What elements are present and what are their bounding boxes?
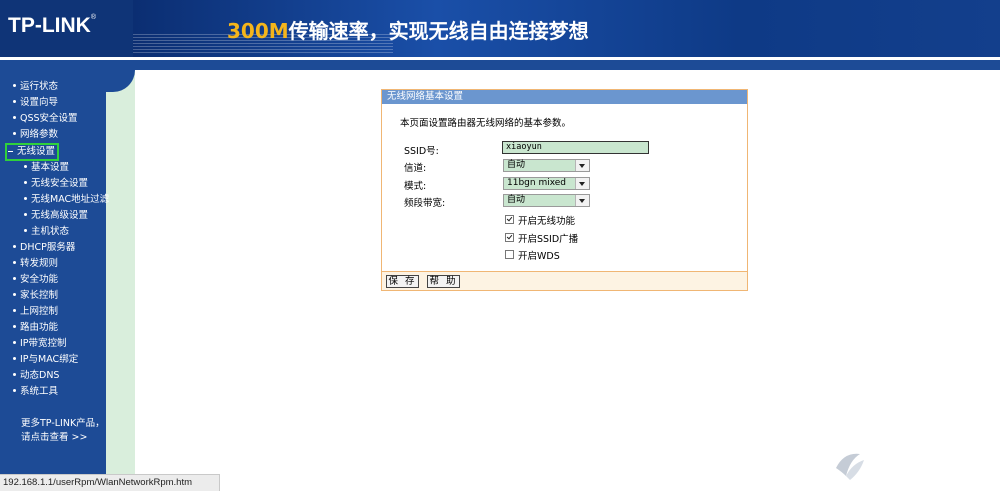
bullet-icon — [13, 100, 16, 103]
sidebar-subitem-advanced[interactable]: 无线高级设置 — [24, 209, 88, 223]
divider — [0, 60, 1000, 70]
sidebar-subitem-mac-filter[interactable]: 无线MAC地址过滤 — [24, 193, 109, 207]
browser-status-bar: 192.168.1.1/userRpm/WlanNetworkRpm.htm — [0, 474, 220, 491]
bullet-icon — [13, 116, 16, 119]
channel-value: 自动 — [507, 160, 526, 170]
bullet-icon — [24, 165, 27, 168]
bullet-icon — [13, 341, 16, 344]
enable-ssid-broadcast-label: 开启SSID广播 — [518, 234, 579, 245]
site-watermark — [830, 446, 995, 486]
wireless-basic-settings-panel: 无线网络基本设置 本页面设置路由器无线网络的基本参数。 SSID号: xiaoy… — [381, 89, 748, 291]
sidebar-item-setup-wizard[interactable]: 设置向导 — [13, 96, 58, 110]
bullet-icon — [13, 132, 16, 135]
bullet-icon — [13, 293, 16, 296]
chevron-down-icon — [575, 195, 589, 206]
bullet-icon — [13, 309, 16, 312]
sidebar-subitem-host-status[interactable]: 主机状态 — [24, 225, 69, 239]
enable-wds-label: 开启WDS — [518, 251, 560, 262]
sidebar-item-dhcp[interactable]: DHCP服务器 — [13, 241, 75, 255]
ssid-input[interactable]: xiaoyun — [502, 141, 649, 154]
sidebar-subitem-wireless-security[interactable]: 无线安全设置 — [24, 177, 88, 191]
chevron-down-icon — [575, 178, 589, 189]
more-products-line1: 更多TP-LINK产品， — [21, 418, 105, 429]
bandwidth-select[interactable]: 自动 — [503, 194, 590, 207]
bullet-icon — [13, 84, 16, 87]
watermark-logo-icon — [836, 453, 864, 480]
sidebar-item-running-status[interactable]: 运行状态 — [13, 80, 58, 94]
help-button[interactable]: 帮 助 — [427, 275, 460, 288]
bullet-icon — [13, 389, 16, 392]
sidebar-item-bandwidth[interactable]: IP带宽控制 — [13, 337, 67, 351]
top-banner: TP-LINK® 300M传输速率，实现无线自由连接梦想 — [0, 0, 1000, 57]
enable-ssid-broadcast-checkbox[interactable] — [505, 233, 514, 242]
collapse-icon — [8, 151, 13, 152]
bullet-icon — [13, 261, 16, 264]
banner-slogan: 300M传输速率，实现无线自由连接梦想 — [227, 19, 589, 43]
sidebar-item-parental[interactable]: 家长控制 — [13, 289, 58, 303]
panel-description: 本页面设置路由器无线网络的基本参数。 — [400, 118, 572, 129]
sidebar-subitem-basic[interactable]: 基本设置 — [24, 161, 69, 175]
chevron-down-icon — [575, 160, 589, 171]
bandwidth-value: 自动 — [507, 195, 526, 205]
bullet-icon — [13, 325, 16, 328]
sidebar-item-security[interactable]: 安全功能 — [13, 273, 58, 287]
panel-title: 无线网络基本设置 — [382, 90, 747, 104]
sidebar-item-ip-mac-binding[interactable]: IP与MAC绑定 — [13, 353, 78, 367]
enable-wds-checkbox[interactable] — [505, 250, 514, 259]
sidebar-edge — [106, 70, 135, 491]
bullet-icon — [24, 181, 27, 184]
bullet-icon — [13, 357, 16, 360]
sidebar-item-access-control[interactable]: 上网控制 — [13, 305, 58, 319]
tp-link-logo: TP-LINK® — [8, 14, 96, 37]
channel-select[interactable]: 自动 — [503, 159, 590, 172]
sidebar-item-qss[interactable]: QSS安全设置 — [13, 112, 78, 126]
bullet-icon — [13, 373, 16, 376]
sidebar-item-routing[interactable]: 路由功能 — [13, 321, 58, 335]
ssid-label: SSID号: — [404, 146, 439, 157]
bullet-icon — [13, 277, 16, 280]
sidebar-item-forwarding[interactable]: 转发规则 — [13, 257, 58, 271]
bullet-icon — [24, 197, 27, 200]
bullet-icon — [24, 229, 27, 232]
sidebar-item-wireless[interactable]: 无线设置 — [4, 143, 60, 161]
enable-wireless-label: 开启无线功能 — [518, 216, 576, 227]
sidebar-item-network[interactable]: 网络参数 — [13, 128, 58, 142]
more-products-link[interactable]: 更多TP-LINK产品， 请点击查看 >> — [21, 417, 105, 445]
sidebar-item-ddns[interactable]: 动态DNS — [13, 369, 59, 383]
sidebar-corner — [106, 70, 135, 92]
sidebar-item-system-tools[interactable]: 系统工具 — [13, 385, 58, 399]
mode-select[interactable]: 11bgn mixed — [503, 177, 590, 190]
mode-label: 模式: — [404, 181, 427, 192]
bullet-icon — [24, 213, 27, 216]
channel-label: 信道: — [404, 163, 427, 174]
bullet-icon — [13, 245, 16, 248]
save-button[interactable]: 保 存 — [386, 275, 419, 288]
bandwidth-label: 频段带宽: — [404, 198, 446, 209]
enable-wireless-checkbox[interactable] — [505, 215, 514, 224]
more-products-line2: 请点击查看 >> — [21, 432, 88, 443]
mode-value: 11bgn mixed — [507, 178, 567, 188]
